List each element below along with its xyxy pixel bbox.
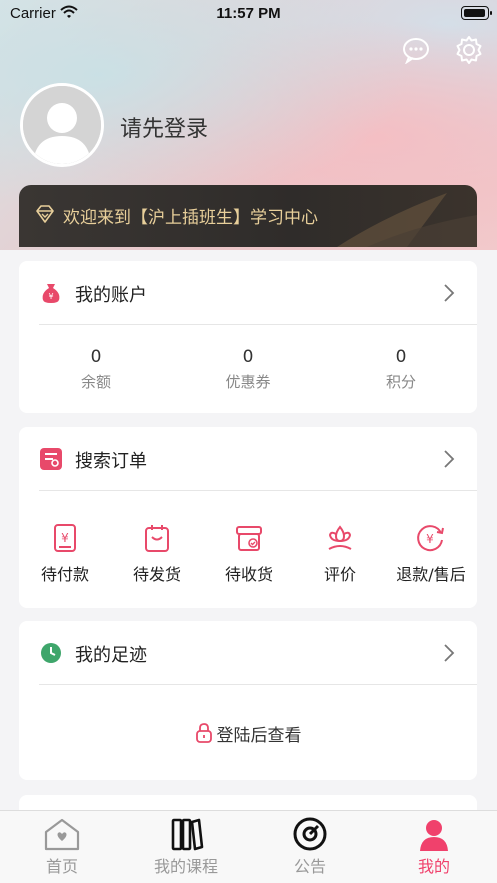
account-header[interactable]: ¥ 我的账户 [19, 261, 477, 325]
tab-label: 我的课程 [153, 857, 218, 876]
orders-header[interactable]: 搜索订单 [19, 427, 477, 491]
home-icon [44, 818, 80, 851]
points-stat[interactable]: 0 积分 [341, 347, 461, 392]
coupon-stat[interactable]: 0 优惠券 [188, 347, 308, 392]
money-bag-icon: ¥ [42, 284, 60, 303]
account-title: 我的账户 [75, 285, 147, 306]
tab-label: 首页 [45, 857, 78, 876]
clock-icon [41, 643, 61, 663]
svg-text:¥: ¥ [61, 531, 69, 545]
divider [39, 684, 477, 685]
order-item-label: 待付款 [40, 565, 89, 584]
order-refund[interactable]: ¥ 退款/售后 [386, 523, 476, 585]
lock-icon [195, 723, 212, 743]
divider [39, 490, 477, 491]
footprint-header[interactable]: 我的足迹 [19, 621, 477, 685]
status-bar: Carrier 11:57 PM [0, 0, 497, 28]
chevron-right-icon [444, 284, 455, 302]
balance-value: 0 [90, 347, 102, 367]
tab-bar: 首页 我的课程 公告 我的 [0, 810, 497, 883]
divider [39, 324, 477, 325]
clock: 11:57 PM [216, 5, 281, 22]
points-value: 0 [395, 347, 407, 367]
message-icon[interactable] [402, 36, 430, 64]
avatar[interactable] [20, 83, 104, 167]
account-card: ¥ 我的账户 0 余额 0 优惠券 0 积分 [19, 261, 477, 413]
order-item-label: 退款/售后 [396, 565, 466, 584]
battery-icon [461, 6, 492, 20]
chevron-right-icon [444, 450, 455, 468]
profile-icon [420, 820, 448, 851]
login-to-view[interactable]: 登陆后查看 [19, 721, 477, 746]
order-item-label: 评价 [323, 565, 356, 584]
login-prompt[interactable]: 请先登录 [120, 111, 208, 143]
footprint-card: 我的足迹 登陆后查看 [19, 621, 477, 780]
order-review[interactable]: 评价 [295, 523, 385, 585]
order-item-label: 待收货 [224, 565, 273, 584]
pending-receipt-icon [236, 526, 262, 551]
announcement-icon [293, 817, 327, 851]
pending-payment-icon: ¥ [54, 524, 76, 552]
tab-label: 公告 [293, 857, 326, 876]
balance-label: 余额 [80, 373, 111, 391]
diamond-icon [36, 205, 54, 223]
orders-title: 搜索订单 [75, 451, 147, 472]
banner-decoration [337, 193, 477, 247]
orders-card: 搜索订单 ¥ 待付款 待发货 待收货 评价 ¥ 退款/售后 [19, 427, 477, 608]
balance-stat[interactable]: 0 余额 [36, 347, 156, 392]
coupon-value: 0 [242, 347, 254, 367]
courses-icon [171, 818, 204, 851]
chevron-right-icon [444, 644, 455, 662]
welcome-banner: 欢迎来到【沪上插班生】学习中心 [19, 185, 477, 247]
refund-icon: ¥ [417, 525, 444, 552]
tab-my-courses[interactable]: 我的课程 [124, 817, 248, 877]
order-pending-shipment[interactable]: 待发货 [112, 523, 202, 585]
order-item-label: 待发货 [132, 565, 181, 584]
coupon-label: 优惠券 [225, 373, 271, 391]
order-pending-payment[interactable]: ¥ 待付款 [20, 523, 110, 585]
review-icon [328, 525, 352, 550]
gear-icon[interactable] [454, 35, 484, 65]
footprint-title: 我的足迹 [75, 645, 147, 666]
pending-shipment-icon [145, 525, 169, 552]
order-pending-receipt[interactable]: 待收货 [204, 523, 294, 585]
tab-profile[interactable]: 我的 [372, 817, 496, 877]
svg-text:¥: ¥ [48, 292, 53, 301]
tab-home[interactable]: 首页 [0, 817, 124, 877]
points-label: 积分 [385, 373, 416, 391]
tab-label: 我的 [417, 857, 450, 876]
default-avatar-icon [23, 86, 101, 164]
login-to-view-text: 登陆后查看 [216, 726, 302, 746]
svg-text:¥: ¥ [426, 532, 434, 546]
order-list-icon [40, 448, 62, 470]
tab-announcement[interactable]: 公告 [248, 817, 372, 877]
